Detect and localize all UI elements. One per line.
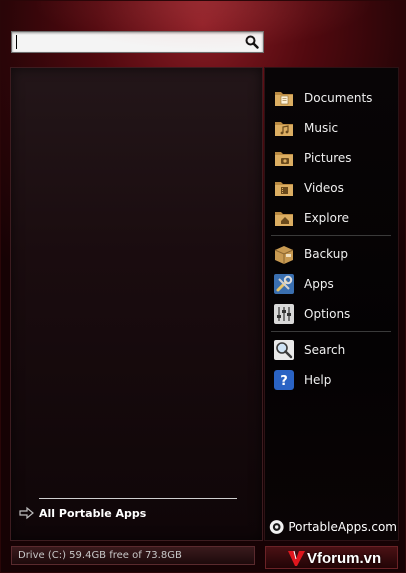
search-box bbox=[11, 31, 264, 53]
question-icon: ? bbox=[274, 370, 294, 390]
magnifier-icon bbox=[245, 35, 259, 49]
menu-item-options[interactable]: Options bbox=[273, 301, 393, 327]
app-list-panel: All Portable Apps bbox=[10, 67, 263, 541]
menu-divider bbox=[271, 235, 391, 236]
shortcuts-panel: Documents Music Pictures Videos Explore … bbox=[264, 67, 399, 541]
menu-item-label: Documents bbox=[304, 91, 373, 105]
menu-item-label: Explore bbox=[304, 211, 350, 225]
folder-home-icon bbox=[275, 212, 293, 226]
menu-item-music[interactable]: Music bbox=[273, 115, 393, 141]
menu-item-label: Help bbox=[304, 373, 332, 387]
menu-item-backup[interactable]: Backup bbox=[273, 241, 393, 267]
folder-pictures-icon bbox=[275, 152, 293, 166]
menu-item-label: Options bbox=[304, 307, 351, 321]
menu-item-label: Music bbox=[304, 121, 339, 135]
menu-item-label: Pictures bbox=[304, 151, 352, 165]
menu-item-search[interactable]: Search bbox=[273, 337, 393, 363]
svg-text:?: ? bbox=[280, 374, 288, 389]
all-portable-apps-label: All Portable Apps bbox=[39, 506, 147, 520]
menu-item-explore[interactable]: Explore bbox=[273, 205, 393, 231]
menu-item-apps[interactable]: Apps bbox=[273, 271, 393, 297]
menu-item-label: Videos bbox=[304, 181, 344, 195]
menu-item-help[interactable]: ? Help bbox=[273, 367, 393, 393]
magnifier-icon bbox=[274, 340, 294, 360]
watermark-text: Vforum.vn bbox=[307, 549, 382, 567]
drive-status-bar: Drive (C:) 59.4GB free of 73.8GB bbox=[11, 546, 255, 565]
search-button[interactable] bbox=[242, 33, 262, 51]
menu-item-label: Apps bbox=[304, 277, 334, 291]
menu-divider bbox=[271, 331, 391, 332]
menu-item-documents[interactable]: Documents bbox=[273, 85, 393, 111]
folder-videos-icon bbox=[275, 182, 293, 196]
watermark: Vforum.vn bbox=[286, 546, 381, 570]
box-icon bbox=[274, 246, 294, 264]
drive-status-text: Drive (C:) 59.4GB free of 73.8GB bbox=[18, 550, 182, 561]
folder-documents-icon bbox=[275, 92, 293, 106]
search-input[interactable] bbox=[12, 32, 240, 52]
tools-icon bbox=[274, 274, 294, 294]
portableapps-menu-window: All Portable Apps Documents Music Pictur… bbox=[0, 0, 406, 573]
menu-item-label: Backup bbox=[304, 247, 348, 261]
v-logo bbox=[288, 550, 305, 566]
text-caret bbox=[16, 35, 17, 49]
menu-item-label: Search bbox=[304, 343, 346, 357]
arrow-right-icon bbox=[19, 506, 34, 520]
portableapps-logo bbox=[269, 520, 284, 534]
portableapps-brand-link[interactable]: PortableApps.com bbox=[269, 516, 397, 538]
brand-label: PortableApps.com bbox=[288, 520, 397, 534]
menu-item-videos[interactable]: Videos bbox=[273, 175, 393, 201]
folder-music-icon bbox=[275, 122, 293, 136]
divider bbox=[39, 498, 237, 499]
all-portable-apps-button[interactable]: All Portable Apps bbox=[19, 504, 146, 522]
menu-item-pictures[interactable]: Pictures bbox=[273, 145, 393, 171]
sliders-icon bbox=[274, 304, 294, 324]
